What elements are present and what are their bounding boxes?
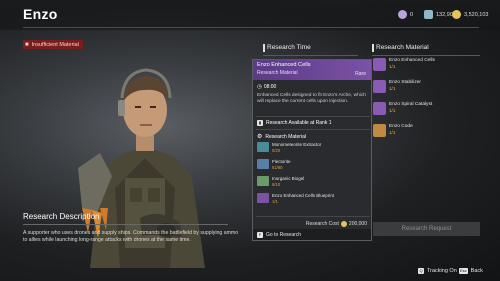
go-to-research-label: Go to Research	[266, 231, 302, 238]
warning-icon: ■	[25, 41, 29, 48]
material-item[interactable]: Enzo Enhanced Cells 1/1	[373, 58, 435, 71]
research-cost-label: Research Cost	[305, 221, 339, 227]
popup-material-item: Flectorite 51/60	[257, 159, 291, 170]
popup-material-name: Monometeorite Extractor	[272, 142, 322, 147]
popup-material-count: 51/60	[272, 165, 283, 170]
key-hint: Q	[418, 268, 424, 274]
currency-gold: 3,520,103	[452, 10, 488, 19]
popup-header: Enzo Enhanced Cells Research Material Ra…	[253, 60, 371, 80]
popup-rarity: Rare	[355, 71, 366, 77]
material-name: Enzo Stabilizer	[389, 80, 421, 85]
currency-ticket: 0	[398, 10, 413, 19]
popup-rank-text: Research Available at Rank 1	[266, 120, 332, 126]
lock-icon: ▮	[257, 120, 263, 126]
popup-material-item: Monometeorite Extractor 0/20	[257, 142, 321, 153]
research-description-title: Research Description	[23, 212, 100, 221]
code-icon	[373, 124, 386, 137]
ticket-icon	[398, 10, 407, 19]
popup-materials-label: Research Material	[265, 133, 306, 140]
research-material-header: Research Material	[372, 44, 429, 52]
cells-icon	[373, 58, 386, 71]
material-item[interactable]: Enzo Spiral Catalyst 1/1	[373, 102, 432, 115]
back-button[interactable]: Esc Back	[459, 268, 483, 274]
popup-material-item: Enzo Enhanced Cells Blueprint 1/1	[257, 193, 334, 204]
back-label: Back	[470, 268, 483, 274]
material-count: 1/1	[389, 64, 396, 69]
description-divider	[23, 224, 228, 225]
currency-value: 3,520,103	[464, 11, 489, 18]
gold-coin-icon	[452, 10, 461, 19]
popup-time-value: 08:00	[263, 84, 277, 90]
gear-icon: ⚙	[257, 134, 263, 140]
popup-material-name: Flectorite	[272, 159, 291, 164]
popup-research-cost: Research Cost 200,000	[306, 221, 367, 227]
key-hint: F	[257, 231, 263, 238]
biogel-icon	[257, 176, 269, 186]
tracking-toggle[interactable]: Q Tracking On	[418, 268, 457, 274]
clock-icon: ◷	[257, 84, 262, 90]
popup-rank: ▮ Research Available at Rank 1	[257, 120, 332, 126]
extractor-icon	[257, 142, 269, 152]
material-detail-popup: Enzo Enhanced Cells Research Material Ra…	[252, 59, 372, 241]
material-count: 1/1	[389, 130, 396, 135]
material-name: Enzo Enhanced Cells	[389, 58, 435, 63]
title-divider	[23, 27, 479, 28]
insufficient-label: Insufficient Material	[31, 41, 79, 48]
popup-material-count: 9/10	[272, 182, 281, 187]
popup-material-name: Enzo Enhanced Cells Blueprint	[272, 193, 335, 198]
popup-material-name: Inorganic Biogel	[272, 176, 305, 181]
popup-material-count: 0/20	[272, 148, 281, 153]
popup-divider	[256, 216, 370, 217]
stabilizer-icon	[373, 80, 386, 93]
gold-coin-icon	[340, 221, 347, 227]
key-hint: Esc	[459, 268, 468, 274]
research-cost-value: 200,000	[348, 221, 367, 227]
material-item[interactable]: Enzo Code 1/1	[373, 124, 413, 137]
popup-divider	[256, 129, 370, 130]
research-material-divider	[372, 55, 480, 56]
material-count: 1/1	[389, 86, 396, 91]
material-name: Enzo Code	[389, 124, 413, 129]
flectorite-icon	[257, 159, 269, 169]
popup-time: ◷ 08:00	[257, 84, 276, 90]
material-count: 1/1	[389, 108, 396, 113]
catalyst-icon	[373, 102, 386, 115]
popup-material-count: 1/1	[272, 199, 278, 204]
research-request-button[interactable]: Research Request	[373, 222, 480, 236]
material-name: Enzo Spiral Catalyst	[389, 102, 433, 107]
popup-description: Enhanced Cells designed to fit Enzo's Ar…	[257, 93, 366, 105]
crystal-icon	[424, 10, 433, 19]
popup-item-name: Enzo Enhanced Cells	[257, 62, 311, 68]
popup-divider	[256, 116, 370, 117]
page-title: Enzo	[23, 6, 58, 22]
popup-item-type: Research Material	[257, 70, 298, 76]
blueprint-icon	[257, 193, 269, 203]
research-time-divider	[263, 55, 358, 56]
popup-materials-header: ⚙ Research Material	[257, 133, 306, 141]
research-time-header: Research Time	[263, 44, 311, 52]
material-item[interactable]: Enzo Stabilizer 1/1	[373, 80, 421, 93]
popup-material-item: Inorganic Biogel 9/10	[257, 176, 304, 187]
go-to-research-button[interactable]: F Go to Research	[253, 229, 371, 240]
research-description-text: A supporter who uses drones and supply s…	[23, 230, 239, 243]
tracking-label: Tracking On	[427, 268, 457, 274]
currency-value: 0	[410, 11, 414, 18]
insufficient-material-badge: ■ Insufficient Material	[23, 40, 83, 49]
